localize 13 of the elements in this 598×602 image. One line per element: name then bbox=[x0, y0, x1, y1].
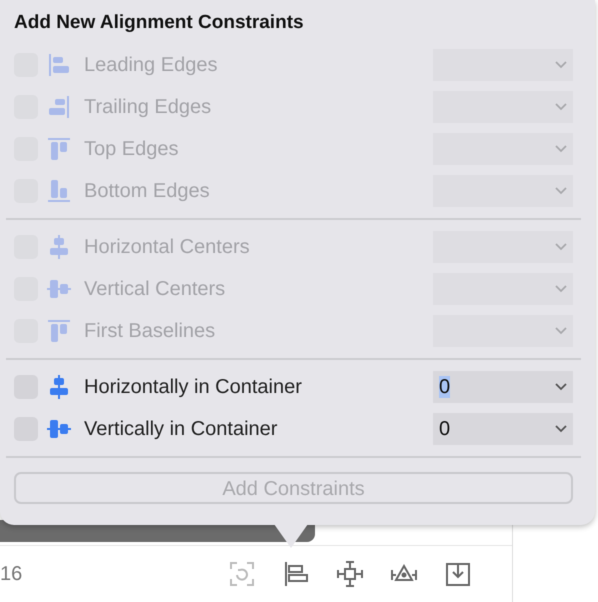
option-label: Top Edges bbox=[84, 137, 180, 162]
line-number: 16 bbox=[0, 562, 24, 587]
constant-dropdown[interactable]: 0 bbox=[433, 371, 573, 403]
option-label: Horizontal Centers bbox=[84, 235, 251, 260]
option-label: Leading Edges bbox=[84, 53, 218, 78]
option-label: First Baselines bbox=[84, 319, 216, 344]
constant-dropdown[interactable]: 0 bbox=[433, 413, 573, 445]
option-label: Trailing Edges bbox=[84, 95, 212, 120]
option-label: Bottom Edges bbox=[84, 179, 211, 204]
popover-title: Add New Alignment Constraints bbox=[14, 11, 305, 35]
option-label: Vertical Centers bbox=[84, 277, 226, 302]
option-label: Horizontally in Container bbox=[84, 375, 303, 400]
option-label: Vertically in Container bbox=[84, 417, 278, 442]
